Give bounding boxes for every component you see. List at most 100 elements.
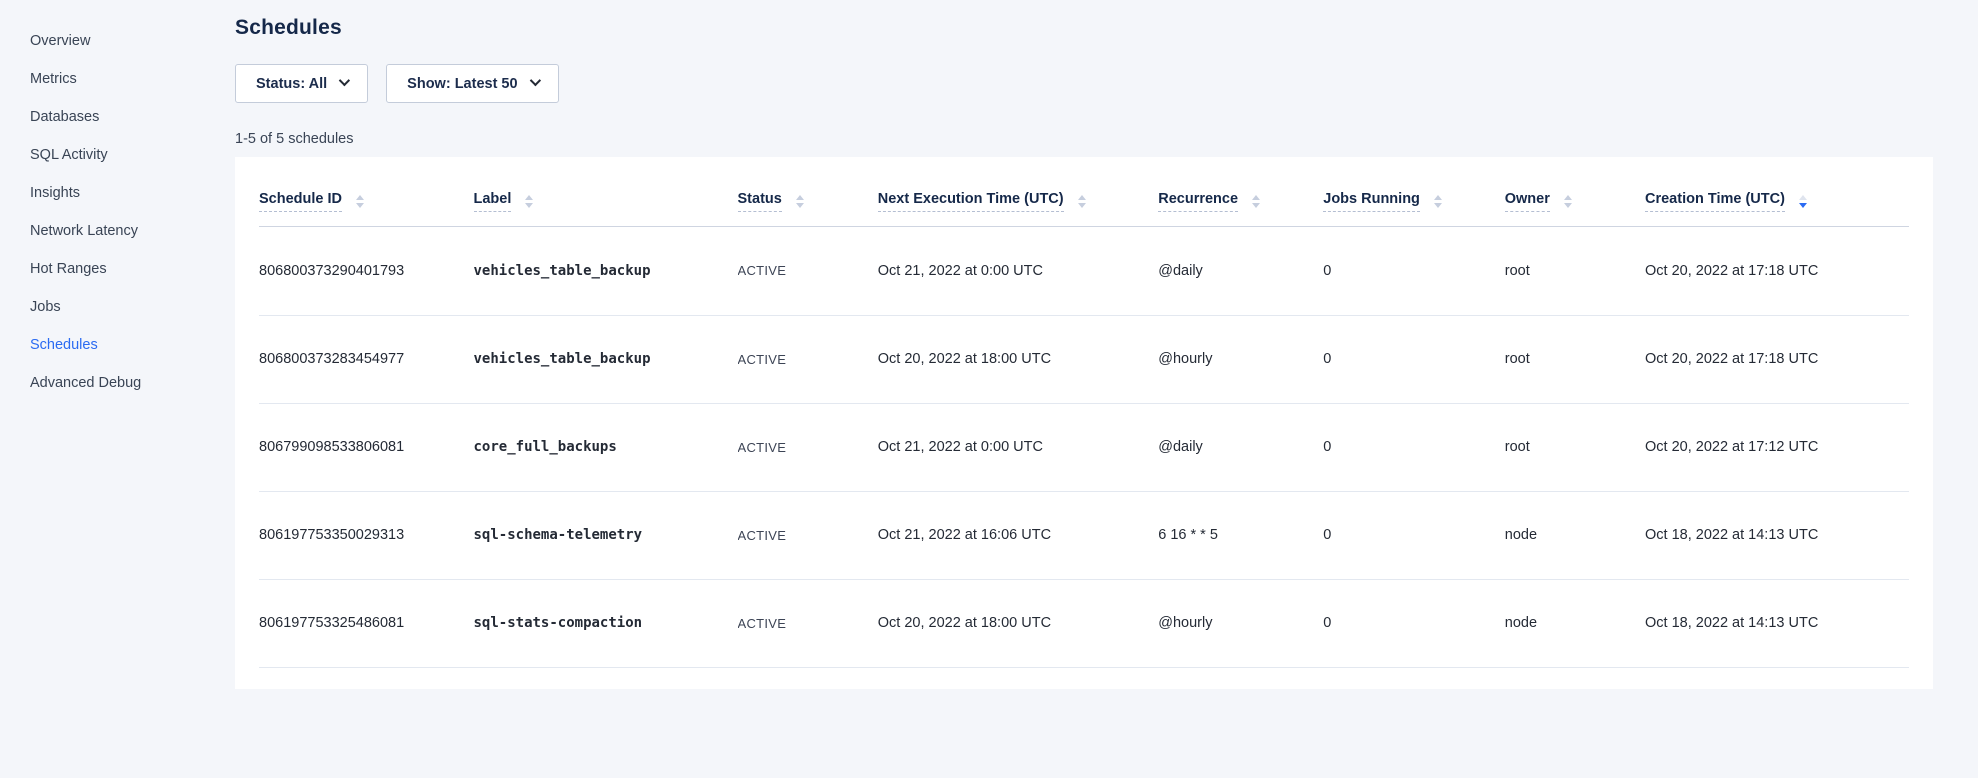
- sort-icon[interactable]: [1434, 195, 1442, 208]
- cell-recurrence: @hourly: [1158, 315, 1323, 403]
- cell-schedule_id[interactable]: 806197753350029313: [259, 491, 474, 579]
- cell-status: ACTIVE: [738, 491, 878, 579]
- column-label-label: Label: [474, 191, 512, 212]
- schedules-table: Schedule ID Label StatusNext Execution Tim…: [259, 167, 1909, 668]
- sort-up-arrow-icon: [1564, 195, 1572, 200]
- status-filter-dropdown[interactable]: Status: All: [235, 64, 368, 103]
- cell-next_execution: Oct 20, 2022 at 18:00 UTC: [878, 315, 1159, 403]
- cell-next_execution: Oct 21, 2022 at 0:00 UTC: [878, 227, 1159, 315]
- sidebar-item-metrics[interactable]: Metrics: [0, 60, 235, 98]
- sidebar-item-network-latency[interactable]: Network Latency: [0, 212, 235, 250]
- cell-schedule_id[interactable]: 806799098533806081: [259, 403, 474, 491]
- status-filter-label: Status: All: [256, 76, 327, 92]
- sidebar-item-overview[interactable]: Overview: [0, 22, 235, 60]
- sidebar-nav: OverviewMetricsDatabasesSQL ActivityInsi…: [0, 0, 235, 778]
- column-header-schedule_id[interactable]: Schedule ID: [259, 167, 474, 219]
- cell-label: sql-stats-compaction: [474, 579, 738, 667]
- sidebar-item-advanced-debug[interactable]: Advanced Debug: [0, 364, 235, 402]
- cell-owner: root: [1505, 403, 1645, 491]
- column-header-recurrence[interactable]: Recurrence: [1158, 167, 1323, 219]
- column-header-next_execution[interactable]: Next Execution Time (UTC): [878, 167, 1159, 219]
- column-header-jobs_running[interactable]: Jobs Running: [1323, 167, 1505, 219]
- sort-down-arrow-icon: [1078, 203, 1086, 208]
- chevron-down-icon: [339, 75, 350, 86]
- sort-icon[interactable]: [1799, 195, 1807, 208]
- table-row: 806800373283454977vehicles_table_backupA…: [259, 315, 1909, 403]
- sort-down-arrow-icon: [796, 203, 804, 208]
- cell-creation_time: Oct 20, 2022 at 17:18 UTC: [1645, 227, 1909, 315]
- table-row: 806197753350029313sql-schema-telemetryAC…: [259, 491, 1909, 579]
- sort-icon[interactable]: [1564, 195, 1572, 208]
- cell-next_execution: Oct 21, 2022 at 16:06 UTC: [878, 491, 1159, 579]
- sort-up-arrow-icon: [1078, 195, 1086, 200]
- column-label-creation_time: Creation Time (UTC): [1645, 191, 1785, 212]
- cell-jobs_running: 0: [1323, 491, 1505, 579]
- cell-recurrence: @daily: [1158, 403, 1323, 491]
- schedules-table-card: Schedule ID Label StatusNext Execution Tim…: [235, 157, 1933, 689]
- column-header-status[interactable]: Status: [738, 167, 878, 219]
- sidebar-item-hot-ranges[interactable]: Hot Ranges: [0, 250, 235, 288]
- sort-icon[interactable]: [796, 195, 804, 208]
- column-header-label[interactable]: Label: [474, 167, 738, 219]
- cell-label: core_full_backups: [474, 403, 738, 491]
- main-content: Schedules Status: All Show: Latest 50 1-…: [235, 0, 1978, 778]
- sort-up-arrow-icon: [1434, 195, 1442, 200]
- cell-schedule_id[interactable]: 806800373290401793: [259, 227, 474, 315]
- sort-icon[interactable]: [525, 195, 533, 208]
- cell-owner: node: [1505, 579, 1645, 667]
- sort-down-arrow-icon: [1564, 203, 1572, 208]
- sidebar-item-databases[interactable]: Databases: [0, 98, 235, 136]
- chevron-down-icon: [529, 75, 540, 86]
- cell-label: vehicles_table_backup: [474, 227, 738, 315]
- table-row: 806197753325486081sql-stats-compactionAC…: [259, 579, 1909, 667]
- sort-up-arrow-icon: [796, 195, 804, 200]
- cell-creation_time: Oct 20, 2022 at 17:18 UTC: [1645, 315, 1909, 403]
- column-label-recurrence: Recurrence: [1158, 191, 1238, 212]
- cell-owner: node: [1505, 491, 1645, 579]
- sidebar-item-insights[interactable]: Insights: [0, 174, 235, 212]
- cell-label: vehicles_table_backup: [474, 315, 738, 403]
- cell-creation_time: Oct 18, 2022 at 14:13 UTC: [1645, 491, 1909, 579]
- sort-icon[interactable]: [1252, 195, 1260, 208]
- cell-jobs_running: 0: [1323, 403, 1505, 491]
- cell-recurrence: @daily: [1158, 227, 1323, 315]
- sort-down-arrow-icon: [1799, 203, 1807, 208]
- sort-down-arrow-icon: [1252, 203, 1260, 208]
- cell-schedule_id[interactable]: 806197753325486081: [259, 579, 474, 667]
- sidebar-item-schedules[interactable]: Schedules: [0, 326, 235, 364]
- column-label-jobs_running: Jobs Running: [1323, 191, 1420, 212]
- sort-down-arrow-icon: [525, 203, 533, 208]
- sort-up-arrow-icon: [1799, 195, 1807, 200]
- page-title: Schedules: [235, 16, 1933, 40]
- table-body: 806800373290401793vehicles_table_backupA…: [259, 227, 1909, 667]
- sort-down-arrow-icon: [1434, 203, 1442, 208]
- header-divider: [259, 219, 1909, 227]
- cell-jobs_running: 0: [1323, 579, 1505, 667]
- cell-next_execution: Oct 21, 2022 at 0:00 UTC: [878, 403, 1159, 491]
- column-label-schedule_id: Schedule ID: [259, 191, 342, 212]
- filter-bar: Status: All Show: Latest 50: [235, 64, 1933, 103]
- table-row: 806799098533806081core_full_backupsACTIV…: [259, 403, 1909, 491]
- sort-icon[interactable]: [1078, 195, 1086, 208]
- cell-recurrence: 6 16 * * 5: [1158, 491, 1323, 579]
- cell-label: sql-schema-telemetry: [474, 491, 738, 579]
- cell-owner: root: [1505, 227, 1645, 315]
- table-header-row: Schedule ID Label StatusNext Execution Tim…: [259, 167, 1909, 219]
- cell-recurrence: @hourly: [1158, 579, 1323, 667]
- column-header-creation_time[interactable]: Creation Time (UTC): [1645, 167, 1909, 219]
- sort-icon[interactable]: [356, 195, 364, 208]
- cell-status: ACTIVE: [738, 227, 878, 315]
- sidebar-item-jobs[interactable]: Jobs: [0, 288, 235, 326]
- show-filter-dropdown[interactable]: Show: Latest 50: [386, 64, 558, 103]
- cell-status: ACTIVE: [738, 579, 878, 667]
- cell-creation_time: Oct 18, 2022 at 14:13 UTC: [1645, 579, 1909, 667]
- sidebar-item-sql-activity[interactable]: SQL Activity: [0, 136, 235, 174]
- column-header-owner[interactable]: Owner: [1505, 167, 1645, 219]
- cell-schedule_id[interactable]: 806800373283454977: [259, 315, 474, 403]
- cell-jobs_running: 0: [1323, 227, 1505, 315]
- results-count: 1-5 of 5 schedules: [235, 131, 1933, 147]
- cell-owner: root: [1505, 315, 1645, 403]
- cell-status: ACTIVE: [738, 315, 878, 403]
- cell-status: ACTIVE: [738, 403, 878, 491]
- column-label-next_execution: Next Execution Time (UTC): [878, 191, 1064, 212]
